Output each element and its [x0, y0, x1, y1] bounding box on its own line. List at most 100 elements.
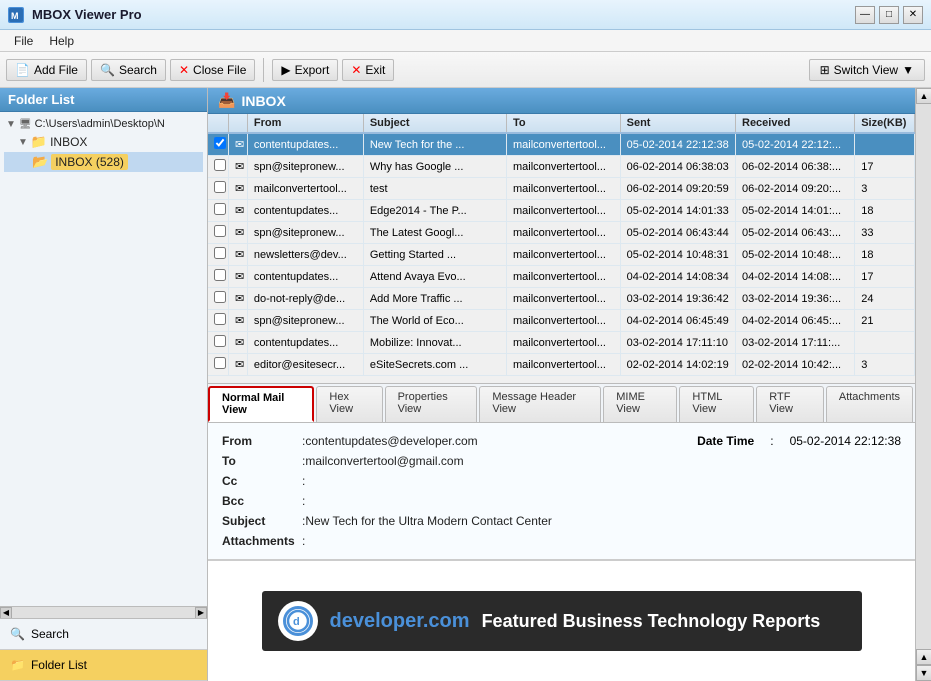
row-sent: 05-02-2014 06:43:44: [620, 222, 735, 244]
table-row[interactable]: ✉ contentupdates... Mobilize: Innovat...…: [208, 332, 915, 354]
table-row[interactable]: ✉ mailconvertertool... test mailconverte…: [208, 178, 915, 200]
row-checkbox-cell[interactable]: [208, 200, 229, 222]
horizontal-scrollbar[interactable]: ◀ ▶: [0, 606, 207, 618]
table-row[interactable]: ✉ contentupdates... Attend Avaya Evo... …: [208, 266, 915, 288]
banner-tagline: Featured Business Technology Reports: [482, 611, 821, 632]
scroll-track-vertical[interactable]: [916, 104, 931, 649]
row-sent: 06-02-2014 09:20:59: [620, 178, 735, 200]
row-checkbox-cell[interactable]: [208, 133, 229, 156]
search-panel-button[interactable]: 🔍 Search: [0, 619, 207, 650]
attachments-value: :: [302, 534, 305, 548]
envelope-icon: ✉: [235, 337, 244, 349]
close-button[interactable]: ✕: [903, 6, 923, 24]
add-file-button[interactable]: 📄 Add File: [6, 59, 87, 81]
title-bar-controls: — □ ✕: [855, 6, 923, 24]
row-checkbox[interactable]: [214, 313, 226, 325]
table-row[interactable]: ✉ contentupdates... Edge2014 - The P... …: [208, 200, 915, 222]
close-file-button[interactable]: ✕ Close File: [170, 59, 255, 81]
tab-rtf-view[interactable]: RTF View: [756, 386, 824, 422]
row-icon-cell: ✉: [229, 133, 248, 156]
table-row[interactable]: ✉ do-not-reply@de... Add More Traffic ..…: [208, 288, 915, 310]
add-file-icon: 📄: [15, 63, 30, 77]
row-checkbox[interactable]: [214, 247, 226, 259]
row-checkbox[interactable]: [214, 159, 226, 171]
table-row[interactable]: ✉ spn@sitepronew... The Latest Googl... …: [208, 222, 915, 244]
row-checkbox[interactable]: [214, 335, 226, 347]
exit-button[interactable]: ✕ Exit: [342, 59, 394, 81]
maximize-button[interactable]: □: [879, 6, 899, 24]
tree-item-drive[interactable]: ▼ 🖥 C:\Users\admin\Desktop\Nisl: [4, 116, 203, 132]
email-table-container[interactable]: From Subject To Sent Received Size(KB) ✉…: [208, 114, 915, 384]
tab-html-view[interactable]: HTML View: [679, 386, 754, 422]
banner-site-name: developer.com: [330, 610, 470, 633]
row-checkbox-cell[interactable]: [208, 222, 229, 244]
table-row[interactable]: ✉ spn@sitepronew... The World of Eco... …: [208, 310, 915, 332]
row-from: mailconvertertool...: [247, 178, 363, 200]
tab-properties-view[interactable]: Properties View: [385, 386, 478, 422]
row-checkbox[interactable]: [214, 137, 226, 149]
col-header-received[interactable]: Received: [736, 114, 855, 133]
col-header-subject[interactable]: Subject: [363, 114, 506, 133]
minimize-button[interactable]: —: [855, 6, 875, 24]
row-checkbox-cell[interactable]: [208, 156, 229, 178]
row-size: 3: [855, 354, 915, 376]
bcc-label: Bcc: [222, 494, 302, 508]
mail-body: d developer.com Featured Business Techno…: [208, 560, 915, 681]
row-to: mailconvertertool...: [507, 266, 621, 288]
tab-message-header-view[interactable]: Message Header View: [479, 386, 601, 422]
switch-view-button[interactable]: ⊞ Switch View ▼: [809, 59, 925, 81]
row-checkbox[interactable]: [214, 269, 226, 281]
row-checkbox-cell[interactable]: [208, 244, 229, 266]
right-content: 📥 INBOX From Subject To Sent Receive: [208, 88, 931, 681]
folder-list-panel-button[interactable]: 📁 Folder List: [0, 650, 207, 681]
row-checkbox-cell[interactable]: [208, 266, 229, 288]
row-checkbox-cell[interactable]: [208, 332, 229, 354]
tree-item-inbox-parent[interactable]: ▼ 📁 INBOX: [4, 132, 203, 152]
tab-hex-view[interactable]: Hex View: [316, 386, 382, 422]
scroll-up-button[interactable]: ▲: [916, 88, 931, 104]
tab-attachments[interactable]: Attachments: [826, 386, 913, 422]
row-icon-cell: ✉: [229, 244, 248, 266]
right-scrollbar[interactable]: ▲ ▲ ▼: [915, 88, 931, 681]
scroll-track[interactable]: [12, 607, 195, 618]
search-button[interactable]: 🔍 Search: [91, 59, 166, 81]
col-header-sent[interactable]: Sent: [620, 114, 735, 133]
cc-label: Cc: [222, 474, 302, 488]
row-icon-cell: ✉: [229, 354, 248, 376]
menu-help[interactable]: Help: [41, 32, 82, 50]
scroll-down-button-2[interactable]: ▼: [916, 665, 931, 681]
right-main: 📥 INBOX From Subject To Sent Receive: [208, 88, 915, 681]
table-row[interactable]: ✉ newsletters@dev... Getting Started ...…: [208, 244, 915, 266]
scroll-left-button[interactable]: ◀: [0, 607, 12, 619]
row-checkbox[interactable]: [214, 181, 226, 193]
export-button[interactable]: ▶ Export: [272, 59, 338, 81]
row-checkbox-cell[interactable]: [208, 178, 229, 200]
row-checkbox-cell[interactable]: [208, 354, 229, 376]
table-row[interactable]: ✉ spn@sitepronew... Why has Google ... m…: [208, 156, 915, 178]
tab-mime-view[interactable]: MIME View: [603, 386, 677, 422]
scroll-right-button[interactable]: ▶: [195, 607, 207, 619]
row-from: contentupdates...: [247, 266, 363, 288]
envelope-icon: ✉: [235, 227, 244, 239]
row-checkbox[interactable]: [214, 357, 226, 369]
scroll-down-button[interactable]: ▲: [916, 649, 931, 665]
col-header-from[interactable]: From: [247, 114, 363, 133]
date-time-colon: :: [770, 434, 773, 448]
folder-list-bottom-label: Folder List: [31, 658, 87, 672]
col-header-to[interactable]: To: [507, 114, 621, 133]
col-header-size[interactable]: Size(KB): [855, 114, 915, 133]
tree-inbox-label: INBOX (528): [51, 154, 128, 170]
row-checkbox[interactable]: [214, 291, 226, 303]
svg-text:d: d: [293, 616, 300, 628]
table-row[interactable]: ✉ editor@esitesecr... eSiteSecrets.com .…: [208, 354, 915, 376]
tree-item-inbox[interactable]: 📂 INBOX (528): [4, 152, 203, 172]
tab-normal-mail-view[interactable]: Normal Mail View: [208, 386, 314, 422]
row-checkbox-cell[interactable]: [208, 310, 229, 332]
row-checkbox-cell[interactable]: [208, 288, 229, 310]
table-row[interactable]: ✉ contentupdates... New Tech for the ...…: [208, 133, 915, 156]
row-received: 04-02-2014 14:08:...: [736, 266, 855, 288]
menu-file[interactable]: File: [6, 32, 41, 50]
main-layout: Folder List ▼ 🖥 C:\Users\admin\Desktop\N…: [0, 88, 931, 681]
row-checkbox[interactable]: [214, 225, 226, 237]
row-checkbox[interactable]: [214, 203, 226, 215]
